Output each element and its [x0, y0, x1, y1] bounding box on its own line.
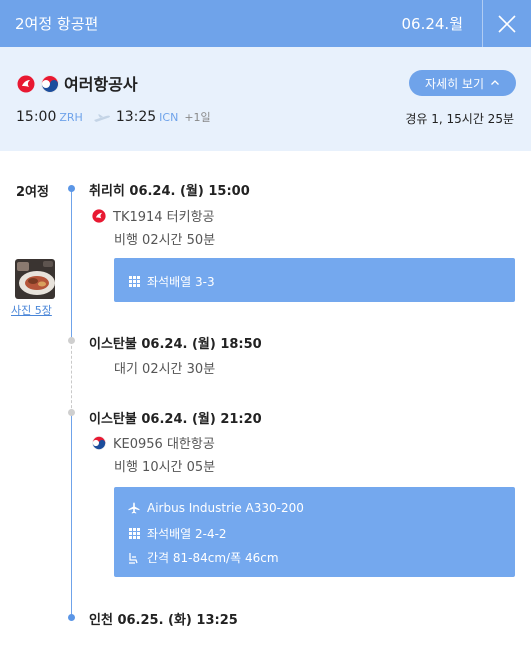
detail-view-button[interactable]: 자세히 보기	[409, 70, 516, 96]
seat-layout-text: 좌석배열 3-3	[147, 275, 215, 289]
seat-pitch-row: 간격 81-84cm/폭 46cm	[128, 549, 279, 566]
photo-count-link[interactable]: 사진 5장	[11, 302, 52, 318]
seat-layout-text: 좌석배열 2-4-2	[147, 527, 227, 541]
flight-duration: 비행 10시간 05분	[114, 460, 216, 475]
depart-time: 15:00	[16, 109, 57, 125]
day-offset: +1일	[184, 111, 211, 124]
stop-title: 취리히 06.24. (월) 15:00	[89, 184, 250, 199]
airplane-icon	[128, 502, 140, 514]
seat-layout-row: 좌석배열 2-4-2	[128, 525, 227, 542]
leg-label: 2여정	[16, 185, 49, 200]
flight-code-line: TK1914 터키항공	[92, 206, 215, 225]
layover-wait: 대기 02시간 30분	[114, 362, 216, 377]
close-icon	[498, 15, 516, 33]
korean-air-logo-icon	[92, 435, 106, 450]
trip-summary: 여러항공사 자세히 보기 15:00 ZRH 13:25 ICN +1일 경유 …	[0, 47, 531, 151]
airline-photo-thumbnail[interactable]	[15, 259, 55, 299]
flight-code: TK1914 터키항공	[113, 210, 215, 225]
seat-grid-icon	[128, 276, 140, 287]
seat-pitch-text: 간격 81-84cm/폭 46cm	[147, 551, 279, 565]
header-divider	[482, 0, 483, 47]
seat-layout-row: 좌석배열 3-3	[128, 273, 215, 290]
turkish-airlines-logo-icon	[17, 75, 35, 93]
seat-pitch-icon	[128, 552, 140, 564]
detail-view-label: 자세히 보기	[424, 76, 484, 91]
aircraft-row: Airbus Industrie A330-200	[128, 501, 304, 515]
total-duration: 경유 1, 15시간 25분	[405, 112, 514, 126]
timeline-segment-1	[71, 189, 72, 341]
airline-name: 여러항공사	[64, 75, 138, 94]
timeline-layover-segment	[71, 341, 72, 413]
aircraft-text: Airbus Industrie A330-200	[147, 501, 304, 515]
korean-air-logo-icon	[41, 75, 59, 93]
flight-code: KE0956 대한항공	[113, 437, 215, 452]
timeline-dot-departure	[68, 185, 75, 192]
arrive-airport-code: ICN	[159, 111, 179, 124]
timeline-segment-2	[71, 413, 72, 618]
flight-code-line: KE0956 대한항공	[92, 433, 215, 452]
airplane-icon	[93, 114, 110, 122]
flight-info-box: Airbus Industrie A330-200 좌석배열 2-4-2 간격 …	[114, 487, 515, 577]
stop-title: 인천 06.25. (화) 13:25	[89, 613, 238, 628]
flight-times: 15:00 ZRH 13:25 ICN +1일	[16, 109, 211, 125]
flight-duration: 비행 02시간 50분	[114, 233, 216, 248]
modal-title: 2여정 항공편	[15, 15, 99, 33]
airline-logos	[17, 75, 59, 93]
flight-info-box: 좌석배열 3-3	[114, 258, 515, 302]
seat-grid-icon	[128, 528, 140, 539]
meal-photo-icon	[15, 259, 55, 299]
chevron-up-icon	[491, 80, 499, 85]
depart-airport-code: ZRH	[59, 111, 83, 124]
close-button[interactable]	[492, 9, 522, 39]
turkish-airlines-logo-icon	[92, 208, 106, 223]
timeline-dot-arrival	[68, 614, 75, 621]
header-date: 06.24.월	[401, 15, 463, 33]
timeline-dot-layover-departure	[68, 409, 75, 416]
arrive-time: 13:25	[115, 109, 157, 125]
stop-title: 이스탄불 06.24. (월) 18:50	[89, 337, 262, 352]
timeline-dot-layover-arrival	[68, 337, 75, 344]
modal-header: 2여정 항공편 06.24.월	[0, 0, 531, 47]
stop-title: 이스탄불 06.24. (월) 21:20	[89, 412, 262, 427]
